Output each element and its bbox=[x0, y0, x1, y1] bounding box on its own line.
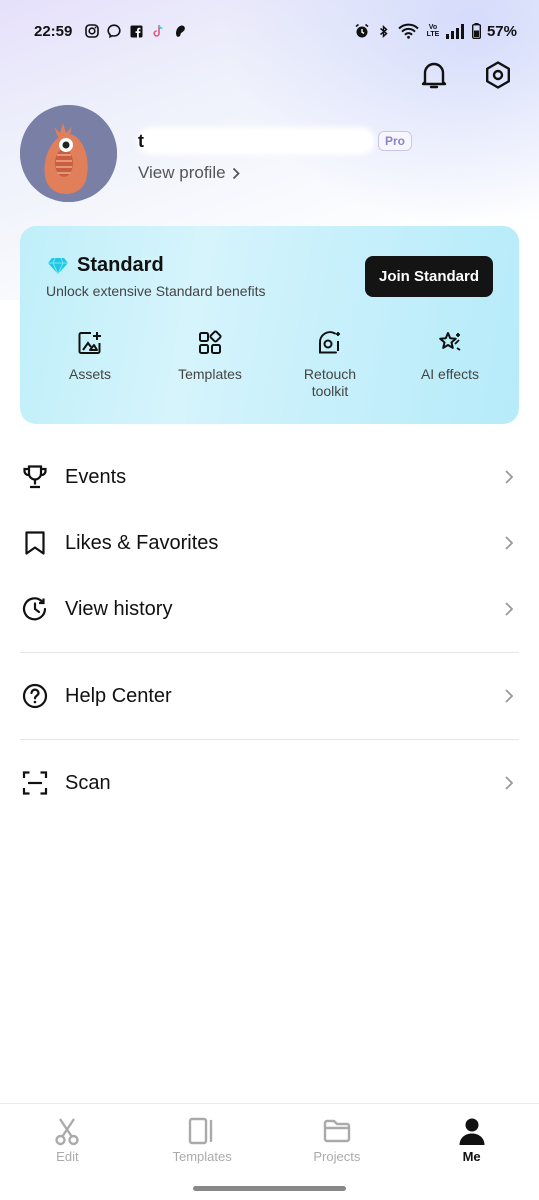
wifi-icon bbox=[398, 23, 420, 39]
menu-item-view-history[interactable]: View history bbox=[0, 576, 539, 642]
status-bar: 22:59 Vo LTE 57% bbox=[0, 0, 539, 62]
header-actions bbox=[417, 58, 515, 92]
home-indicator[interactable] bbox=[193, 1186, 346, 1191]
messenger-icon bbox=[106, 23, 122, 39]
nav-me[interactable]: Me bbox=[404, 1104, 539, 1200]
profile-info: t Pro View profile bbox=[138, 124, 413, 183]
view-profile-link[interactable]: View profile bbox=[138, 163, 412, 183]
view-profile-label: View profile bbox=[138, 163, 226, 182]
app-icon bbox=[172, 23, 188, 39]
retouch-icon bbox=[318, 331, 340, 354]
feature-label: Retouch toolkit bbox=[303, 366, 357, 399]
chevron-right-icon bbox=[505, 689, 514, 703]
bookmark-icon bbox=[25, 531, 45, 555]
profile-section: t Pro View profile bbox=[20, 105, 413, 202]
menu-item-events[interactable]: Events bbox=[0, 444, 539, 510]
menu-item-scan[interactable]: Scan bbox=[0, 750, 539, 816]
scan-icon bbox=[22, 771, 48, 795]
standard-title-row: Standard bbox=[47, 254, 164, 277]
standard-subtitle: Unlock extensive Standard benefits bbox=[46, 283, 266, 299]
avatar[interactable] bbox=[20, 105, 117, 202]
feature-ai-effects[interactable]: AI effects bbox=[390, 329, 510, 400]
battery-icon bbox=[471, 23, 481, 39]
folder-icon bbox=[323, 1119, 351, 1143]
facebook-icon bbox=[128, 23, 144, 39]
profile-name: t bbox=[138, 130, 144, 151]
pro-badge: Pro bbox=[378, 131, 413, 151]
bell-icon bbox=[421, 62, 447, 89]
chevron-right-icon bbox=[505, 536, 514, 550]
feature-retouch-toolkit[interactable]: Retouch toolkit bbox=[270, 329, 390, 400]
nav-label: Edit bbox=[56, 1149, 79, 1164]
feature-label: Assets bbox=[68, 366, 111, 382]
menu-label: Help Center bbox=[65, 684, 172, 707]
chevron-right-icon bbox=[505, 776, 514, 790]
battery-percent: 57% bbox=[486, 22, 517, 40]
menu-item-likes-favorites[interactable]: Likes & Favorites bbox=[0, 510, 539, 576]
status-time: 22:59 bbox=[34, 22, 73, 40]
trophy-icon bbox=[23, 465, 47, 489]
nav-edit[interactable]: Edit bbox=[0, 1104, 135, 1200]
instagram-icon bbox=[84, 23, 100, 39]
menu-item-help-center[interactable]: Help Center bbox=[0, 663, 539, 729]
divider bbox=[20, 739, 519, 740]
feature-label: AI effects bbox=[420, 366, 480, 382]
notifications-button[interactable] bbox=[417, 58, 451, 92]
ai-effects-icon bbox=[439, 332, 461, 351]
tiktok-icon bbox=[150, 23, 166, 39]
assets-icon bbox=[78, 332, 101, 354]
chevron-right-icon bbox=[232, 167, 240, 179]
feature-assets[interactable]: Assets bbox=[30, 329, 150, 400]
feature-templates[interactable]: Templates bbox=[150, 329, 270, 400]
scissors-icon bbox=[55, 1118, 80, 1146]
avatar-illustration bbox=[20, 105, 117, 202]
diamond-icon bbox=[48, 257, 68, 274]
standard-features: Assets Templates Retouch toolkit AI effe… bbox=[30, 329, 510, 400]
signal-icon bbox=[446, 23, 466, 39]
feature-label: Templates bbox=[178, 366, 242, 382]
status-bar-right: Vo LTE 57% bbox=[354, 23, 517, 40]
name-redaction bbox=[140, 130, 372, 152]
settings-menu: Events Likes & Favorites View history He… bbox=[0, 444, 539, 816]
menu-label: Scan bbox=[65, 771, 111, 794]
divider bbox=[20, 652, 519, 653]
bluetooth-icon bbox=[376, 23, 392, 39]
templates-grid-icon bbox=[199, 330, 222, 354]
menu-label: Events bbox=[65, 465, 127, 488]
alarm-icon bbox=[354, 23, 370, 39]
nav-label: Me bbox=[462, 1149, 481, 1164]
menu-label: View history bbox=[65, 597, 173, 620]
volte-label: Vo LTE bbox=[426, 24, 440, 38]
chevron-right-icon bbox=[505, 602, 514, 616]
settings-button[interactable] bbox=[481, 58, 515, 92]
settings-icon bbox=[486, 61, 510, 89]
chevron-right-icon bbox=[505, 470, 514, 484]
standard-membership-card: Standard Unlock extensive Standard benef… bbox=[20, 226, 519, 424]
help-icon bbox=[22, 683, 48, 709]
history-icon bbox=[22, 597, 47, 621]
nav-label: Templates bbox=[172, 1149, 232, 1164]
menu-label: Likes & Favorites bbox=[65, 531, 219, 554]
person-icon bbox=[459, 1118, 485, 1145]
templates-icon bbox=[188, 1117, 213, 1145]
status-bar-left: 22:59 bbox=[34, 23, 188, 40]
profile-name-row: t Pro bbox=[138, 124, 413, 158]
join-standard-button[interactable]: Join Standard bbox=[365, 256, 493, 297]
nav-label: Projects bbox=[313, 1149, 361, 1164]
standard-title: Standard bbox=[77, 254, 164, 276]
